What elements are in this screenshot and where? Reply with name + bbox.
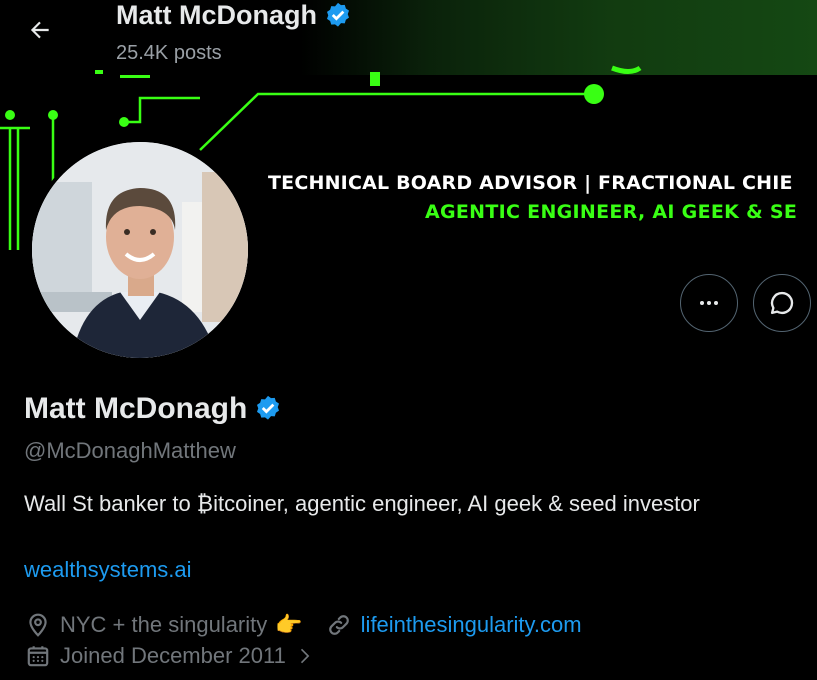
banner-headline: TECHNICAL BOARD ADVISOR | FRACTIONAL CHI… (268, 172, 793, 194)
profile-handle: @McDonaghMatthew (24, 438, 236, 463)
more-icon (700, 301, 718, 305)
header-name-text: Matt McDonagh (116, 0, 317, 30)
back-button[interactable] (22, 12, 58, 48)
link-icon (325, 611, 353, 639)
profile-bio: Wall St banker to ₿itcoiner, agentic eng… (24, 491, 700, 516)
website-link[interactable]: wealthsystems.ai (24, 557, 192, 583)
joined-text: Joined December 2011 (60, 643, 286, 668)
calendar-icon (24, 642, 52, 670)
top-bar: Matt McDonagh 25.4K posts (0, 0, 817, 72)
header-name: Matt McDonagh (116, 0, 353, 31)
avatar[interactable] (28, 138, 252, 362)
verified-icon (326, 2, 349, 27)
more-button[interactable] (680, 274, 738, 332)
verified-icon (257, 395, 280, 420)
joined-row: Joined December 2011 (24, 642, 326, 670)
profile-name-text: Matt McDonagh (24, 392, 248, 425)
profile-meta-row: NYC + the singularity 👉 lifeinthesingula… (24, 611, 582, 639)
profile-link[interactable]: lifeinthesingularity.com (361, 612, 582, 638)
location-emoji: 👉 (275, 612, 303, 637)
back-arrow-icon (30, 21, 49, 39)
message-icon (770, 291, 794, 315)
profile-name: Matt McDonagh (24, 392, 283, 426)
banner-subline: AGENTIC ENGINEER, AI GEEK & SE (425, 201, 798, 223)
chevron-right-icon[interactable] (290, 642, 318, 670)
location-text: NYC + the singularity (60, 612, 268, 637)
post-count: 25.4K posts (116, 42, 222, 64)
message-button[interactable] (753, 274, 811, 332)
avatar-photo (32, 142, 248, 358)
location-icon (24, 611, 52, 639)
